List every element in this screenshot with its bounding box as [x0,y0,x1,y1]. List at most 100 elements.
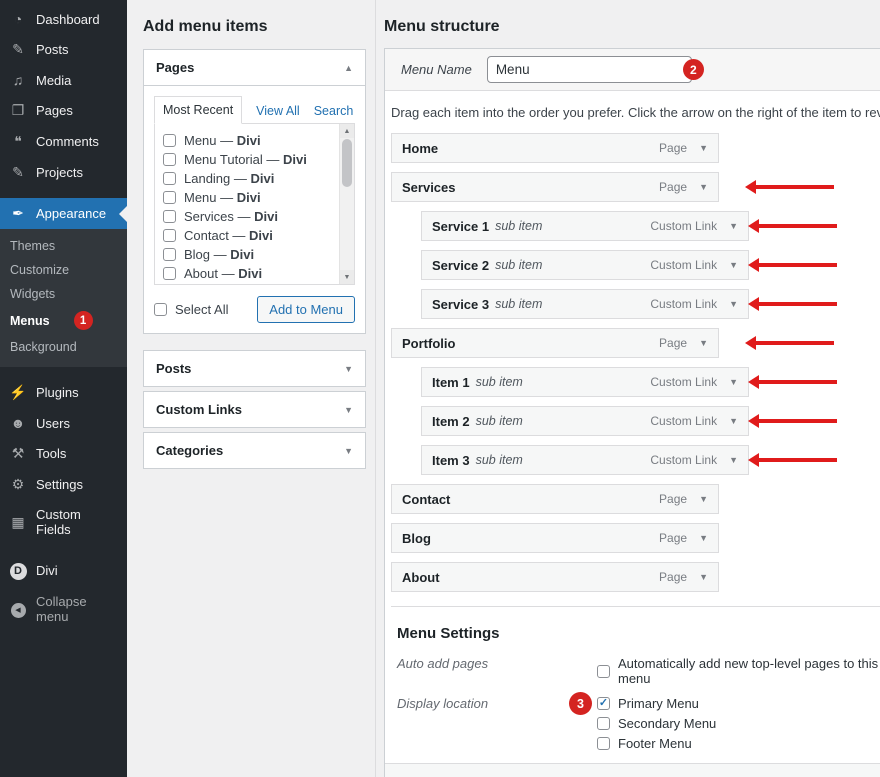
menu-item-type: Custom Link [650,414,717,428]
menu-item-row[interactable]: Item 2 sub item Custom Link ▼ [421,406,749,436]
auto-add-checkbox[interactable] [597,665,610,678]
accordion-panel-header[interactable]: Custom Links ▼ [144,392,365,427]
menu-item-row[interactable]: Service 1 sub item Custom Link ▼ [421,211,749,241]
sidebar-item-divi[interactable]: D Divi [0,554,127,587]
menu-item-row[interactable]: Services Page ▼ [391,172,719,202]
page-item-checkbox[interactable] [163,153,176,166]
page-item-checkbox[interactable] [163,248,176,261]
page-item-checkbox[interactable] [163,267,176,280]
caret-down-icon[interactable]: ▼ [729,416,738,426]
menu-item-row[interactable]: Contact Page ▼ [391,484,719,514]
scroll-up-icon[interactable]: ▲ [340,124,354,138]
sidebar-item-posts[interactable]: ✎ Posts [0,34,127,65]
menu-item-row[interactable]: Portfolio Page ▼ [391,328,719,358]
sidebar-item-label: Plugins [36,385,79,400]
sidebar-item-projects[interactable]: ✎ Projects [0,157,127,188]
auto-add-pages-option[interactable]: Automatically add new top-level pages to… [597,656,880,686]
page-checklist-item[interactable]: Blog — Divi [163,245,332,264]
accordion-panel-header[interactable]: Posts ▼ [144,351,365,386]
sidebar-item-comments[interactable]: ❝ Comments [0,126,127,157]
menu-item-label: About [402,570,440,585]
caret-up-icon[interactable]: ▲ [344,63,353,73]
caret-down-icon[interactable]: ▼ [729,377,738,387]
caret-down-icon[interactable]: ▼ [729,221,738,231]
menu-item-row[interactable]: Service 2 sub item Custom Link ▼ [421,250,749,280]
caret-down-icon[interactable]: ▼ [729,455,738,465]
page-item-checkbox[interactable] [163,210,176,223]
display-location-option[interactable]: 3 ✓ Primary Menu [597,696,716,711]
caret-down-icon[interactable]: ▼ [699,533,708,543]
location-checkbox[interactable]: ✓ [597,697,610,710]
submenu-item-background[interactable]: Background [0,335,127,359]
page-checklist-item[interactable]: Menu Tutorial — Divi [163,150,332,169]
pages-panel-body: Most Recent View All Search Menu — Divi … [144,85,365,333]
page-checklist-item[interactable]: Menu — Divi [163,131,332,150]
page-item-title: Services [184,209,234,224]
sidebar-item-settings[interactable]: ⚙ Settings [0,469,127,500]
sidebar-item-pages[interactable]: ❐ Pages [0,95,127,126]
add-to-menu-button[interactable]: Add to Menu [257,296,355,323]
menu-items-list: Home Page ▼ Services Page ▼ Service 1 su… [391,133,880,592]
accordion-panel-title: Custom Links [156,402,242,417]
sidebar-item-media[interactable]: ♫ Media [0,65,127,95]
auto-add-option-label: Automatically add new top-level pages to… [618,656,880,686]
menu-item-row[interactable]: Home Page ▼ [391,133,719,163]
sidebar-item-plugins[interactable]: ⚡ Plugins [0,377,127,408]
sidebar-item-tools[interactable]: ⚒ Tools [0,438,127,469]
page-checklist-item[interactable]: Contact — Divi [163,226,332,245]
scrollbar[interactable]: ▲ ▼ [339,124,354,284]
caret-down-icon[interactable]: ▼ [344,405,353,415]
menu-item-row[interactable]: Blog Page ▼ [391,523,719,553]
page-checklist-item[interactable]: Landing — Divi [163,169,332,188]
menu-item-row[interactable]: Item 1 sub item Custom Link ▼ [421,367,749,397]
page-checklist-item[interactable]: Menu — Divi [163,188,332,207]
step-badge-2: 2 [683,59,704,80]
submenu-item-customize[interactable]: Customize [0,258,127,282]
display-location-option[interactable]: ✓ Footer Menu [597,736,716,751]
accordion-panel-header[interactable]: Categories ▼ [144,433,365,468]
tab-view-all[interactable]: View All [256,98,300,124]
menu-item-row[interactable]: About Page ▼ [391,562,719,592]
page-item-checkbox[interactable] [163,229,176,242]
caret-down-icon[interactable]: ▼ [699,572,708,582]
location-checkbox[interactable]: ✓ [597,737,610,750]
page-checklist-item[interactable]: About — Divi [163,264,332,283]
caret-down-icon[interactable]: ▼ [699,338,708,348]
menu-item-row[interactable]: Service 3 sub item Custom Link ▼ [421,289,749,319]
submenu-item-widgets[interactable]: Widgets [0,282,127,306]
tab-search[interactable]: Search [314,98,354,124]
select-all-option[interactable]: Select All [154,302,228,317]
display-location-option[interactable]: ✓ Secondary Menu [597,716,716,731]
caret-down-icon[interactable]: ▼ [729,260,738,270]
caret-down-icon[interactable]: ▼ [729,299,738,309]
tab-most-recent[interactable]: Most Recent [154,96,242,124]
menu-name-input[interactable] [487,56,692,83]
collapse-menu-button[interactable]: ◀ Collapse menu [0,587,127,631]
page-item-checkbox[interactable] [163,191,176,204]
page-item-checkbox[interactable] [163,172,176,185]
sidebar-item-dashboard[interactable]: ◔ Dashboard [0,4,127,34]
scroll-down-icon[interactable]: ▼ [340,270,354,284]
submenu-item-label: Themes [10,239,55,253]
caret-down-icon[interactable]: ▼ [344,364,353,374]
caret-down-icon[interactable]: ▼ [699,494,708,504]
select-all-checkbox[interactable] [154,303,167,316]
menu-item-row[interactable]: Item 3 sub item Custom Link ▼ [421,445,749,475]
scrollbar-thumb[interactable] [342,139,352,187]
caret-down-icon[interactable]: ▼ [344,446,353,456]
caret-down-icon[interactable]: ▼ [699,182,708,192]
sidebar-item-users[interactable]: ☻ Users [0,408,127,438]
caret-down-icon[interactable]: ▼ [699,143,708,153]
location-checkbox[interactable]: ✓ [597,717,610,730]
sidebar-item-appearance[interactable]: ✒ Appearance [0,198,127,229]
submenu-item-menus[interactable]: Menus 1 [0,306,127,335]
sidebar-item-icon: ❝ [9,133,27,150]
page-item-title: Menu [184,133,217,148]
sidebar-item-custom-fields[interactable]: ▦ Custom Fields [0,500,127,544]
pages-panel-header[interactable]: Pages ▲ [144,50,365,85]
page-item-checkbox[interactable] [163,134,176,147]
menu-settings-title: Menu Settings [397,625,880,642]
submenu-item-themes[interactable]: Themes [0,234,127,258]
page-checklist-item[interactable]: Services — Divi [163,207,332,226]
menu-item-sub-note: sub item [495,258,542,272]
